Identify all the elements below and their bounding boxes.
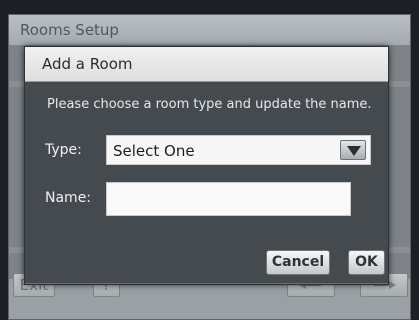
ok-button[interactable]: OK (348, 250, 385, 275)
type-label: Type: (45, 142, 82, 158)
room-type-value: Select One (113, 142, 195, 160)
cancel-button[interactable]: Cancel (266, 250, 330, 275)
triangle-down-icon (347, 146, 361, 156)
room-type-select[interactable]: Select One (106, 135, 371, 165)
room-name-input[interactable] (106, 182, 351, 216)
dialog-divider (25, 283, 388, 284)
screen-title: Rooms Setup (9, 15, 410, 45)
dialog-message: Please choose a room type and update the… (47, 97, 372, 112)
screen-footer (9, 279, 410, 319)
dialog-title: Add a Room (25, 47, 388, 82)
add-room-dialog: Add a Room Please choose a room type and… (24, 46, 389, 285)
dropdown-button[interactable] (340, 140, 366, 160)
name-label: Name: (45, 190, 92, 206)
